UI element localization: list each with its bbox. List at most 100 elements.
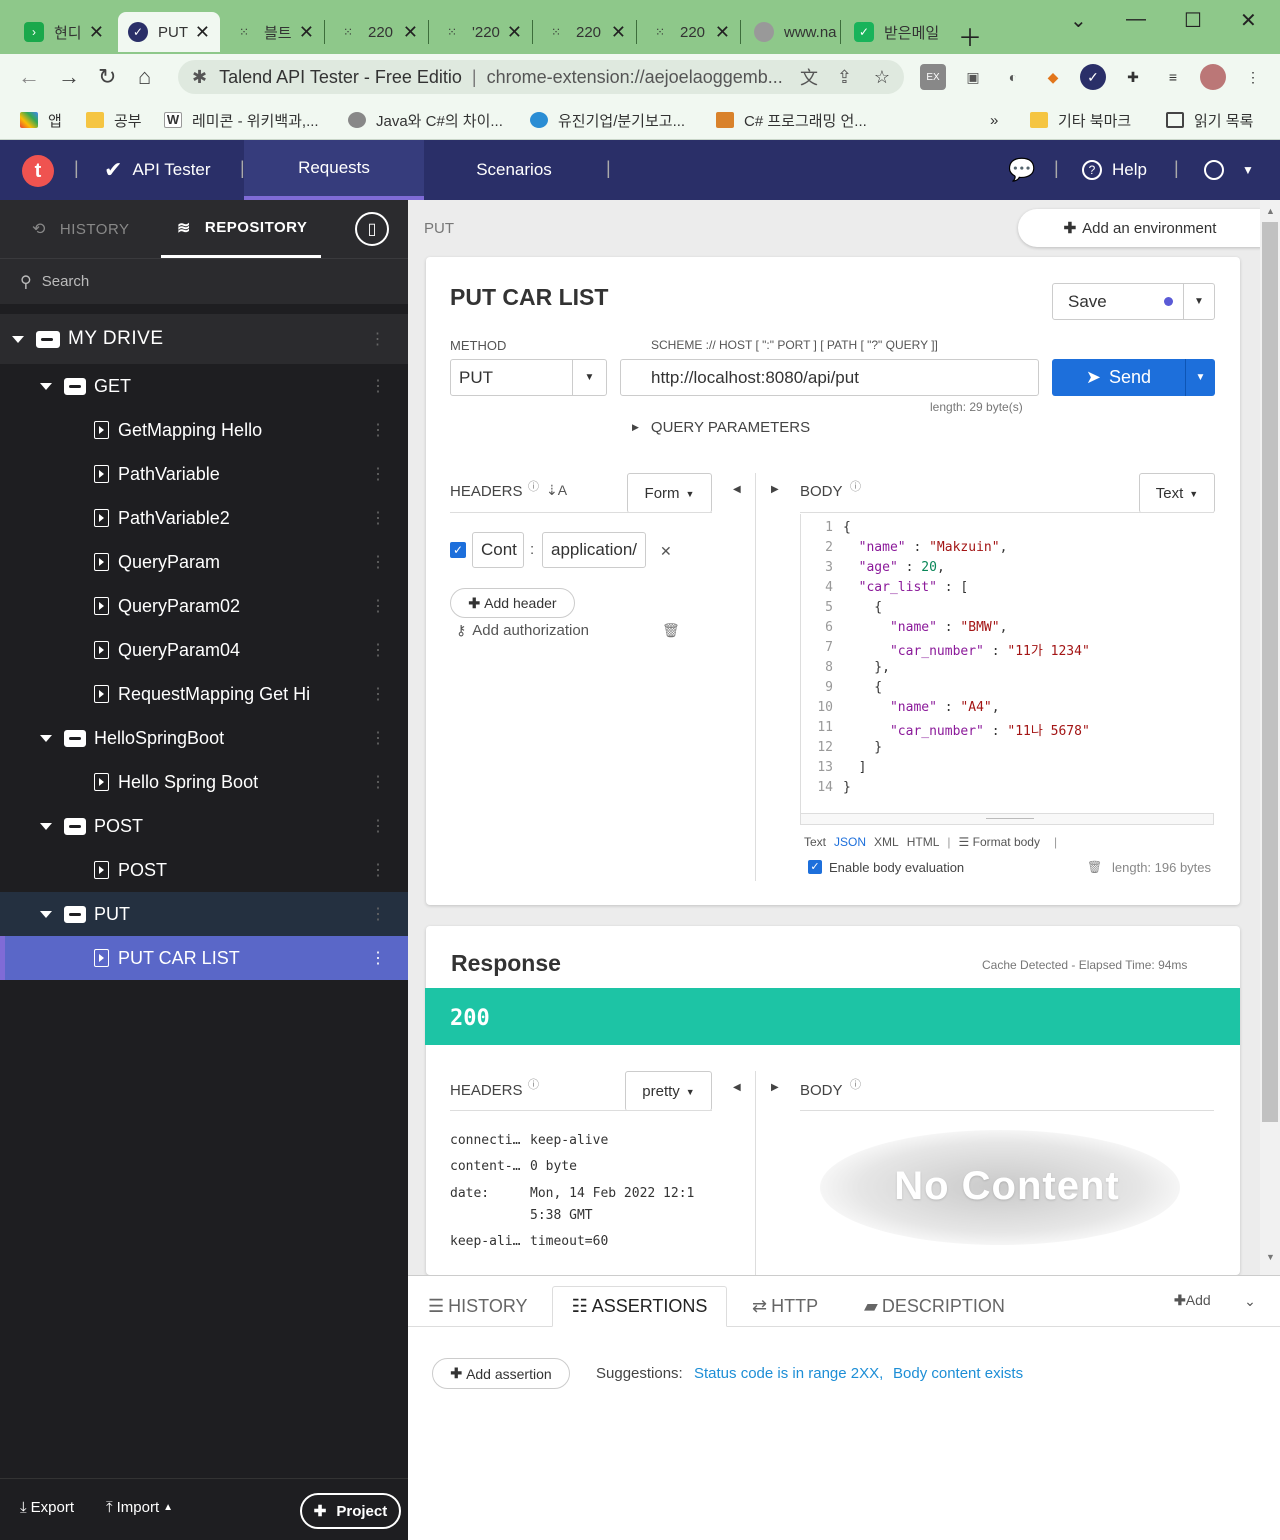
close-tab-icon[interactable]: ✕ xyxy=(299,22,314,43)
tree-request-selected[interactable]: PUT CAR LIST ⋮ xyxy=(0,936,408,980)
bookmark-link[interactable]: Java와 C#의 차이... xyxy=(348,106,503,134)
add-button[interactable]: ✚Add xyxy=(1174,1292,1211,1309)
browser-tab[interactable]: ⁙ '220 ✕ xyxy=(432,12,532,52)
forward-arrow-icon[interactable]: → xyxy=(58,64,80,90)
bookmark-star-icon[interactable]: ☆ xyxy=(874,67,890,88)
address-bar[interactable]: ✱ Talend API Tester - Free Editio | chro… xyxy=(178,60,904,94)
format-text[interactable]: Text xyxy=(804,835,826,849)
close-tab-icon[interactable]: ✕ xyxy=(403,22,418,43)
more-icon[interactable]: ⋮ xyxy=(370,772,386,792)
tab-history[interactable]: ⟲ HISTORY xyxy=(32,200,130,258)
tree-request[interactable]: PathVariable2 ⋮ xyxy=(0,496,408,540)
bookmark-apps[interactable]: 앱 xyxy=(20,106,62,134)
query-parameters-toggle[interactable]: ▶ QUERY PARAMETERS xyxy=(632,419,810,436)
browser-tab[interactable]: ✓ 받은메일 xyxy=(844,12,940,52)
bookmark-link[interactable]: 유진기업/분기보고... xyxy=(530,106,685,134)
more-icon[interactable]: ⋮ xyxy=(370,420,386,440)
more-icon[interactable]: ⋮ xyxy=(370,596,386,616)
browser-tab[interactable]: ⁙ 블트 ✕ xyxy=(224,12,324,52)
close-tab-icon[interactable]: ✕ xyxy=(715,22,730,43)
more-icon[interactable]: ⋮ xyxy=(370,816,386,836)
bookmarks-overflow-button[interactable]: » xyxy=(990,106,998,134)
nav-requests[interactable]: Requests xyxy=(244,140,424,200)
share-icon[interactable]: ⇪ xyxy=(837,67,852,88)
browser-tab[interactable]: ⁙ 220 ✕ xyxy=(536,12,636,52)
close-tab-icon[interactable]: ✕ xyxy=(611,22,626,43)
collapse-right-icon[interactable]: ▶ xyxy=(771,484,779,495)
tab-http[interactable]: ⇄ HTTP xyxy=(752,1286,818,1326)
suggestion-body-exists[interactable]: Body content exists xyxy=(893,1365,1023,1382)
browser-tab[interactable]: › 현디 ✕ xyxy=(14,12,114,52)
new-project-button[interactable]: ✚ Project xyxy=(300,1493,401,1529)
save-options-chevron-icon[interactable]: ▼ xyxy=(1183,283,1215,320)
tab-description[interactable]: ▰ DESCRIPTION xyxy=(864,1286,1005,1326)
browser-tab-active[interactable]: ✓ PUT ✕ xyxy=(118,12,220,52)
back-arrow-icon[interactable]: ← xyxy=(18,64,40,90)
close-tab-icon[interactable]: ✕ xyxy=(89,22,104,43)
save-button[interactable]: Save xyxy=(1052,283,1184,320)
tab-history[interactable]: ☰ HISTORY xyxy=(428,1286,528,1326)
add-environment-button[interactable]: ✚ Add an environment xyxy=(1018,209,1262,247)
new-file-icon[interactable]: ▯ xyxy=(355,212,389,246)
header-value-input[interactable]: application/ xyxy=(542,532,646,568)
browser-tab[interactable]: ⁙ 220 ✕ xyxy=(640,12,740,52)
scrollbar-thumb[interactable] xyxy=(1262,222,1278,1122)
collapse-chevron-icon[interactable]: ⌄ xyxy=(1230,1284,1270,1318)
reading-list-button[interactable]: 읽기 목록 xyxy=(1166,106,1253,134)
more-icon[interactable]: ⋮ xyxy=(370,508,386,528)
body-code-editor[interactable]: 1 {2 "name" : "Makzuin", 3 "age" : 20, 4 "c… xyxy=(800,514,1214,814)
metamask-fox-icon[interactable]: ◆ xyxy=(1040,64,1066,90)
chat-icon[interactable]: 💬 xyxy=(1008,140,1035,200)
more-icon[interactable]: ⋮ xyxy=(370,552,386,572)
more-icon[interactable]: ⋮ xyxy=(370,860,386,880)
bookmark-folder[interactable]: 공부 xyxy=(86,106,142,134)
more-icon[interactable]: ⋮ xyxy=(370,728,386,748)
close-tab-icon[interactable]: ✕ xyxy=(195,22,210,43)
add-authorization-link[interactable]: ⚷ Add authorization xyxy=(456,622,589,639)
collapse-right-icon[interactable]: ▶ xyxy=(771,1082,779,1093)
close-tab-icon[interactable]: ✕ xyxy=(507,22,522,43)
more-icon[interactable]: ⋮ xyxy=(370,684,386,704)
bookmark-link[interactable]: C# 프로그래밍 언... xyxy=(716,106,867,134)
collapse-left-icon[interactable]: ◀ xyxy=(733,484,741,495)
url-input[interactable]: http://localhost:8080/api/put xyxy=(620,359,1039,396)
extension-ex-icon[interactable]: EX xyxy=(920,64,946,90)
send-button[interactable]: ➤ Send xyxy=(1052,359,1185,396)
profile-avatar[interactable] xyxy=(1200,64,1226,90)
add-assertion-button[interactable]: ✚ Add assertion xyxy=(432,1358,570,1389)
remove-header-icon[interactable]: ✕ xyxy=(660,543,672,560)
maximize-button[interactable]: ☐ xyxy=(1184,8,1202,33)
tree-request[interactable]: Hello Spring Boot ⋮ xyxy=(0,760,408,804)
suggestion-status-2xx[interactable]: Status code is in range 2XX, xyxy=(694,1365,883,1382)
more-icon[interactable]: ⋮ xyxy=(370,329,387,349)
browser-tab[interactable]: ⁙ 220 ✕ xyxy=(328,12,428,52)
chrome-menu-icon[interactable]: ⋮ xyxy=(1240,64,1266,90)
send-options-chevron-icon[interactable]: ▼ xyxy=(1185,359,1215,396)
drive-root[interactable]: MY DRIVE ⋮ xyxy=(0,314,408,364)
media-queue-icon[interactable]: ≡ xyxy=(1160,64,1186,90)
new-tab-button[interactable]: ＋ xyxy=(958,18,982,53)
minimize-button[interactable]: — xyxy=(1126,8,1146,31)
reload-icon[interactable]: ↻ xyxy=(98,64,116,90)
import-button[interactable]: ⤒ Import ▲ xyxy=(106,1499,173,1516)
tree-request[interactable]: RequestMapping Get Hi ⋮ xyxy=(0,672,408,716)
more-icon[interactable]: ⋮ xyxy=(370,640,386,660)
format-body-button[interactable]: ☰ Format body xyxy=(959,835,1040,849)
main-scrollbar[interactable]: ▲ ▼ xyxy=(1260,200,1280,1275)
body-mode-select[interactable]: Text ▼ xyxy=(1139,473,1215,513)
search-input[interactable]: ⚲ Search xyxy=(0,258,408,304)
extension-k-icon[interactable]: ◐ xyxy=(1000,64,1026,90)
browser-tab[interactable]: www.na xyxy=(744,12,840,52)
tree-request[interactable]: GetMapping Hello ⋮ xyxy=(0,408,408,452)
other-bookmarks-folder[interactable]: 기타 북마크 xyxy=(1030,106,1131,134)
tree-request[interactable]: POST ⋮ xyxy=(0,848,408,892)
extensions-puzzle-icon[interactable]: ✚ xyxy=(1120,64,1146,90)
sort-az-icon[interactable]: ⇣A xyxy=(546,482,567,499)
editor-resize-handle[interactable] xyxy=(800,813,1214,825)
more-icon[interactable]: ⋮ xyxy=(370,948,386,968)
close-window-button[interactable]: ✕ xyxy=(1240,8,1257,33)
enable-eval-checkbox[interactable]: ✓ xyxy=(808,860,822,874)
tree-folder[interactable]: POST ⋮ xyxy=(0,804,408,848)
tree-request[interactable]: QueryParam02 ⋮ xyxy=(0,584,408,628)
headers-mode-select[interactable]: Form ▼ xyxy=(627,473,712,513)
